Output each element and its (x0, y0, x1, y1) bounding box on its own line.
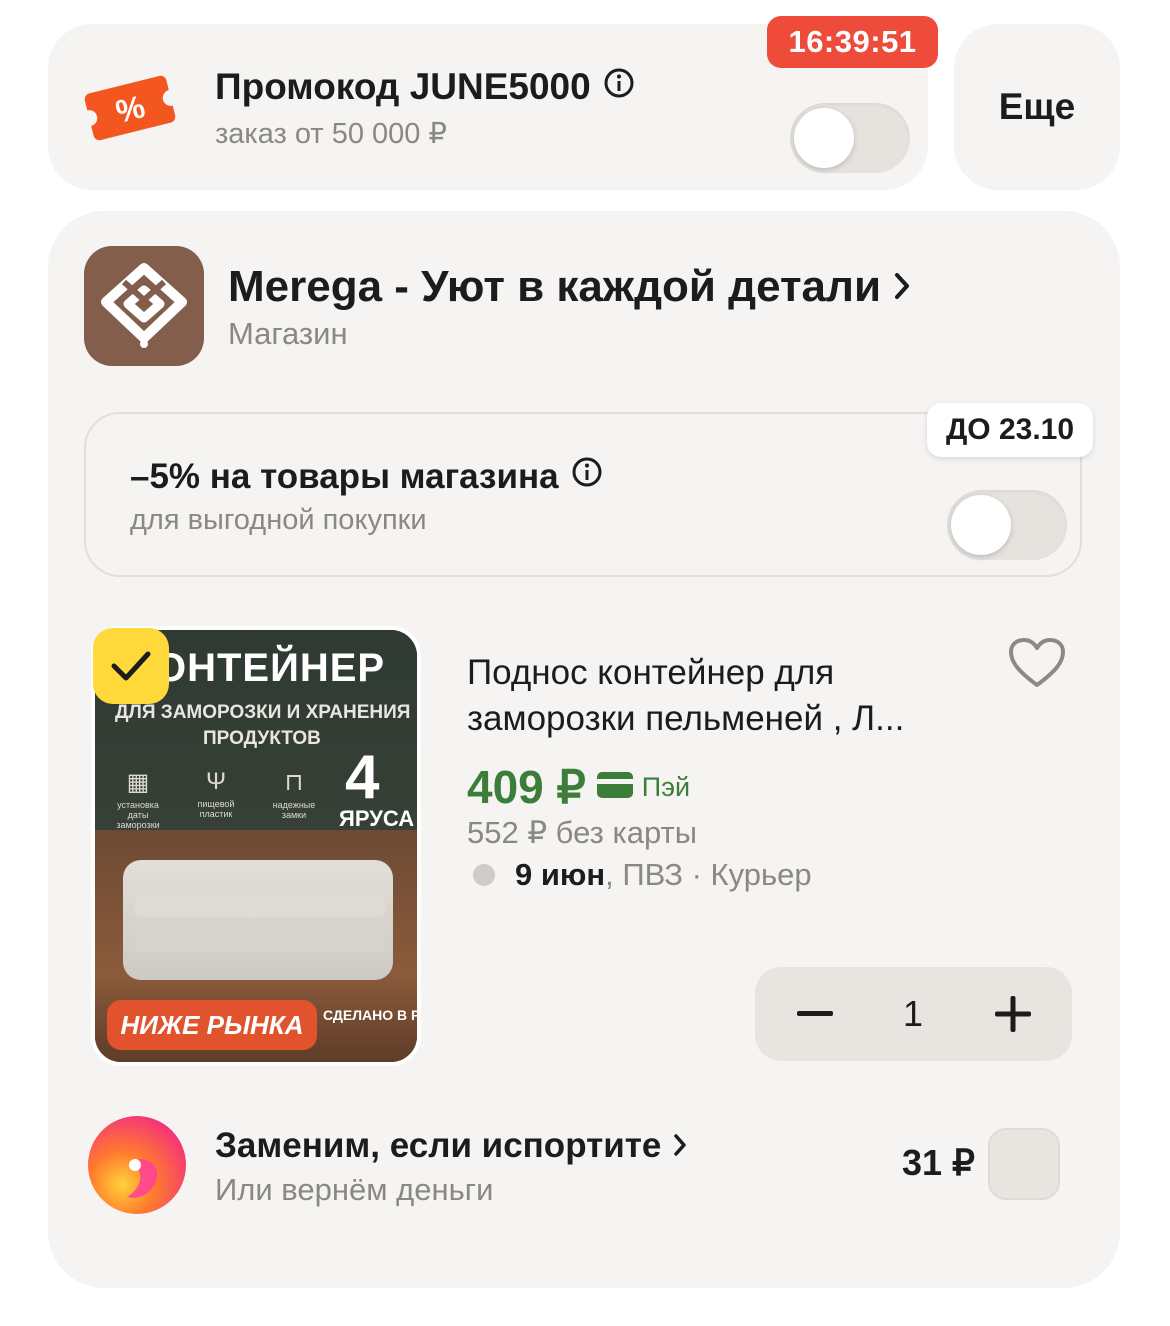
image-made-in-label: СДЕЛАНО В РОССИИ (323, 1007, 421, 1023)
insurance-price: 31 ₽ (902, 1142, 975, 1183)
toggle-knob (951, 495, 1011, 555)
info-icon[interactable] (571, 456, 603, 497)
promo-title: Промокод JUNE5000 (215, 66, 635, 108)
pay-label: Пэй (641, 771, 691, 802)
more-button[interactable]: Еще (954, 24, 1120, 190)
plus-icon (995, 996, 1031, 1032)
image-tiers-number: 4 (345, 743, 380, 812)
discount-coupon-icon: % (84, 68, 176, 148)
insurance-logo-icon (87, 1115, 187, 1215)
image-tiers-label: ЯРУСА (339, 806, 415, 831)
shop-type-label: Магазин (228, 316, 348, 351)
discount-toggle[interactable] (947, 490, 1067, 560)
promo-subtitle: заказ от 50 000 ₽ (215, 118, 447, 150)
image-container-photo (123, 860, 393, 980)
checkmark-icon (111, 651, 151, 681)
favorite-heart-icon[interactable] (1008, 637, 1066, 694)
delivery-method: , ПВЗ · Курьер (605, 857, 812, 892)
product-select-checkbox[interactable] (93, 628, 169, 704)
image-headline: ОНТЕЙНЕР (155, 646, 386, 690)
insurance-title: Заменим, если испортите (215, 1126, 662, 1165)
image-feature-2: пищевой пластик (197, 799, 235, 819)
image-price-banner: НИЖЕ РЫНКА (107, 1000, 317, 1050)
toggle-knob (794, 108, 854, 168)
image-container-tier (135, 930, 385, 952)
increase-quantity-button[interactable] (983, 989, 1043, 1039)
quantity-value: 1 (902, 993, 924, 1034)
delivery-date: 9 июн (515, 857, 606, 892)
image-container-tier (135, 895, 385, 917)
calendar-icon: ▦ установка даты заморозки (116, 769, 160, 830)
decrease-quantity-button[interactable] (785, 989, 845, 1039)
image-caption-2: ПРОДУКТОВ (203, 728, 321, 749)
discount-title: –5% на товары магазина (130, 456, 603, 497)
shop-name: Merega - Уют в каждой детали (228, 262, 881, 311)
discount-deadline-badge: ДО 23.10 (927, 403, 1093, 457)
promo-toggle[interactable] (790, 103, 910, 173)
cutlery-icon: Ψпищевой пластик (197, 768, 235, 819)
promo-timer-badge: 16:39:51 (767, 16, 938, 68)
insurance-checkbox[interactable] (988, 1128, 1060, 1200)
price-with-card: 409 ₽ (467, 761, 586, 813)
product-title[interactable]: Поднос контейнер для заморозки пельменей… (467, 650, 987, 742)
promo-title-text: Промокод JUNE5000 (215, 66, 591, 107)
price-without-card: 552 ₽ без карты (467, 815, 697, 850)
lock-icon: ⊓ надежные замки (272, 769, 316, 820)
price-row: 409 ₽ Пэй (467, 760, 690, 814)
discount-subtitle: для выгодной покупки (130, 504, 427, 536)
chevron-right-icon (893, 262, 911, 312)
insurance-link[interactable]: Заменим, если испортите (215, 1126, 687, 1166)
chevron-right-icon (673, 1126, 687, 1166)
card-icon (596, 771, 634, 804)
shop-logo[interactable] (84, 246, 204, 366)
discount-title-text: –5% на товары магазина (130, 456, 559, 496)
delivery-info: 9 июн , ПВЗ · Курьер (467, 857, 812, 893)
image-feature-1: установка даты заморозки (116, 800, 160, 830)
image-feature-icons: ▦ установка даты заморозки Ψпищевой пласт… (107, 768, 325, 830)
image-feature-3: надежные замки (272, 800, 316, 820)
more-button-label: Еще (998, 86, 1076, 127)
quantity-stepper: 1 (755, 967, 1072, 1061)
image-caption-1: ДЛЯ ЗАМОРОЗКИ И ХРАНЕНИЯ (115, 702, 411, 723)
info-icon[interactable] (603, 66, 635, 108)
shop-name-link[interactable]: Merega - Уют в каждой детали (228, 262, 911, 312)
delivery-status-dot (473, 864, 495, 886)
insurance-subtitle: Или вернём деньги (215, 1172, 494, 1207)
minus-icon (797, 1011, 833, 1016)
